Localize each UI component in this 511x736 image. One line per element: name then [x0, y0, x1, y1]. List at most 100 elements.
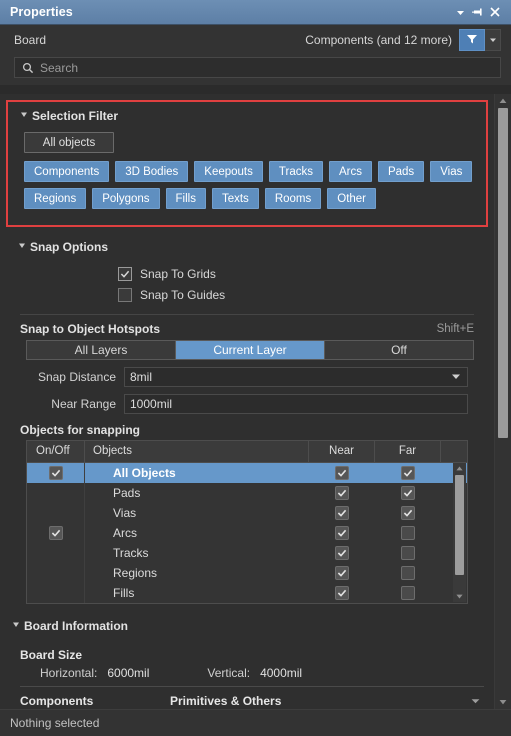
- row-onoff-cell[interactable]: [27, 463, 85, 483]
- row-far-cell[interactable]: [375, 563, 441, 583]
- snap-distance-label: Snap Distance: [37, 370, 116, 384]
- snap-to-guides-row[interactable]: Snap To Guides: [6, 284, 488, 305]
- row-far-cell[interactable]: [375, 503, 441, 523]
- search-box[interactable]: [14, 57, 501, 78]
- snap-to-grids-checkbox[interactable]: [118, 266, 132, 281]
- filter-chip-keepouts[interactable]: Keepouts: [194, 161, 263, 182]
- near-range-input[interactable]: 1000mil: [124, 394, 468, 414]
- filter-chip-regions[interactable]: Regions: [24, 188, 87, 209]
- table-scroll-up-arrow-icon[interactable]: [453, 463, 466, 474]
- snap-distance-dropdown[interactable]: 8mil: [124, 367, 468, 387]
- table-row[interactable]: Tracks: [27, 543, 467, 563]
- row-onoff-checkbox[interactable]: [48, 466, 63, 480]
- row-near-cell[interactable]: [309, 503, 375, 523]
- table-header: On/Off Objects Near Far: [27, 441, 467, 463]
- filter-chip-pads[interactable]: Pads: [377, 161, 425, 182]
- row-onoff-cell[interactable]: [27, 503, 85, 523]
- filter-chip-arcs[interactable]: Arcs: [328, 161, 372, 182]
- table-row[interactable]: Arcs: [27, 523, 467, 543]
- pin-icon[interactable]: [469, 4, 486, 21]
- row-near-checkbox[interactable]: [335, 506, 349, 520]
- row-onoff-cell[interactable]: [27, 563, 85, 583]
- segment-all-layers[interactable]: All Layers: [27, 341, 176, 359]
- table-row[interactable]: Regions: [27, 563, 467, 583]
- row-object-label: Vias: [113, 505, 137, 520]
- scroll-up-arrow-icon[interactable]: [495, 94, 511, 108]
- properties-panel: Properties Board Components (and 12 more…: [0, 0, 511, 736]
- filter-chip-vias[interactable]: Vias: [430, 161, 473, 182]
- row-onoff-cell[interactable]: [27, 583, 85, 603]
- row-onoff-cell[interactable]: [27, 523, 85, 543]
- panel-content: Selection Filter All objects Components 3…: [0, 94, 494, 709]
- board-information-section: Board Information Board Size Horizontal:…: [0, 616, 494, 709]
- dropdown-menu-icon[interactable]: [452, 4, 469, 21]
- components-label: Components: [20, 694, 94, 708]
- row-near-checkbox[interactable]: [335, 526, 349, 540]
- row-near-cell[interactable]: [309, 563, 375, 583]
- row-onoff-checkbox[interactable]: [48, 526, 63, 540]
- row-far-cell[interactable]: [375, 463, 441, 483]
- row-far-checkbox[interactable]: [401, 506, 415, 520]
- table-scrollbar-thumb[interactable]: [455, 475, 464, 575]
- row-near-cell[interactable]: [309, 583, 375, 603]
- row-near-cell[interactable]: [309, 543, 375, 563]
- selection-filter-header[interactable]: Selection Filter: [8, 106, 486, 126]
- filter-chip-tracks[interactable]: Tracks: [268, 161, 323, 182]
- search-input[interactable]: [40, 60, 494, 75]
- row-near-checkbox[interactable]: [335, 466, 349, 480]
- row-far-cell[interactable]: [375, 523, 441, 543]
- close-icon[interactable]: [486, 4, 503, 21]
- panel-scrollbar-thumb[interactable]: [498, 108, 508, 438]
- panel-title: Properties: [10, 5, 73, 19]
- snap-to-grids-row[interactable]: Snap To Grids: [6, 263, 488, 284]
- row-near-checkbox[interactable]: [335, 566, 349, 580]
- search-icon: [21, 61, 35, 75]
- row-far-checkbox[interactable]: [401, 546, 415, 560]
- table-scroll-down-arrow-icon[interactable]: [453, 591, 466, 602]
- board-info-expand-icon[interactable]: [471, 697, 484, 706]
- row-far-checkbox[interactable]: [401, 526, 415, 540]
- segment-off[interactable]: Off: [325, 341, 473, 359]
- table-row[interactable]: Pads: [27, 483, 467, 503]
- row-far-checkbox[interactable]: [401, 486, 415, 500]
- row-far-checkbox[interactable]: [401, 566, 415, 580]
- filter-button[interactable]: [459, 29, 485, 51]
- row-near-checkbox[interactable]: [335, 486, 349, 500]
- row-far-cell[interactable]: [375, 483, 441, 503]
- table-row[interactable]: Vias: [27, 503, 467, 523]
- row-object-label: Regions: [113, 565, 158, 580]
- row-onoff-cell[interactable]: [27, 543, 85, 563]
- row-far-checkbox[interactable]: [401, 466, 415, 480]
- column-header-far: Far: [375, 441, 441, 462]
- filter-dropdown-button[interactable]: [485, 29, 501, 51]
- row-near-cell[interactable]: [309, 483, 375, 503]
- row-near-cell[interactable]: [309, 463, 375, 483]
- row-far-cell[interactable]: [375, 583, 441, 603]
- filter-chip-polygons[interactable]: Polygons: [92, 188, 160, 209]
- row-far-checkbox[interactable]: [401, 586, 415, 600]
- table-scrollbar[interactable]: [453, 463, 466, 602]
- filter-chip-fills[interactable]: Fills: [165, 188, 206, 209]
- row-object-label: Pads: [113, 485, 141, 500]
- row-onoff-cell[interactable]: [27, 483, 85, 503]
- snap-to-guides-label: Snap To Guides: [140, 287, 226, 302]
- search-row: [0, 55, 511, 85]
- row-near-checkbox[interactable]: [335, 546, 349, 560]
- scroll-down-arrow-icon[interactable]: [495, 695, 511, 709]
- filter-chip-other[interactable]: Other: [327, 188, 377, 209]
- row-near-cell[interactable]: [309, 523, 375, 543]
- filter-chip-3d-bodies[interactable]: 3D Bodies: [115, 161, 189, 182]
- panel-scrollbar[interactable]: [494, 94, 511, 709]
- filter-chip-components[interactable]: Components: [24, 161, 110, 182]
- table-row[interactable]: Fills: [27, 583, 467, 603]
- filter-chip-texts[interactable]: Texts: [211, 188, 259, 209]
- snap-options-header[interactable]: Snap Options: [6, 237, 488, 257]
- row-far-cell[interactable]: [375, 543, 441, 563]
- row-near-checkbox[interactable]: [335, 586, 349, 600]
- snap-to-guides-checkbox[interactable]: [118, 287, 132, 302]
- filter-chip-rooms[interactable]: Rooms: [264, 188, 322, 209]
- board-information-header[interactable]: Board Information: [0, 616, 494, 636]
- all-objects-button[interactable]: All objects: [24, 132, 114, 153]
- segment-current-layer[interactable]: Current Layer: [176, 341, 325, 359]
- table-row[interactable]: All Objects: [27, 463, 467, 483]
